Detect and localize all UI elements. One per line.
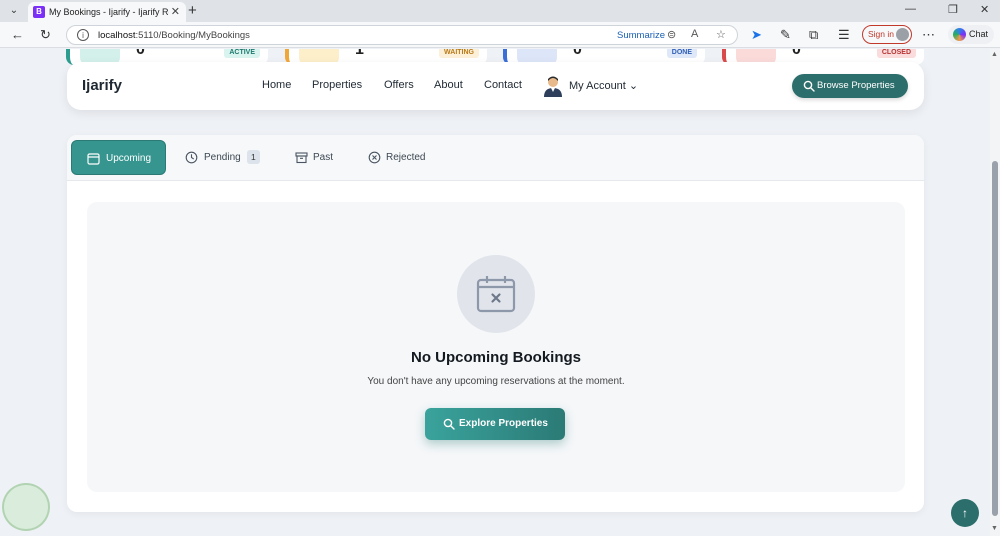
read-aloud-icon[interactable]: A: [691, 28, 698, 40]
close-tab-icon[interactable]: ✕: [171, 5, 180, 18]
address-bar[interactable]: i localhost:5110/Booking/MyBookings Summ…: [66, 25, 738, 45]
stat-number: 1: [355, 49, 364, 58]
profile-avatar-icon: [896, 28, 909, 41]
status-badge: WAITING: [439, 49, 479, 58]
page-viewport: 0 ACTIVE 1 WAITING 0 DONE 0 CLOSED Ijari…: [0, 49, 990, 536]
my-account-label: My Account ⌄: [569, 80, 639, 92]
tab-past[interactable]: Past: [287, 140, 347, 175]
nav-link-properties[interactable]: Properties: [312, 79, 362, 91]
scrollbar-thumb[interactable]: [992, 161, 998, 516]
cursor-extension-icon[interactable]: ➤: [751, 27, 762, 43]
status-badge: DONE: [666, 49, 697, 58]
extension-icon[interactable]: ⊜: [667, 28, 676, 41]
sign-in-button[interactable]: Sign in: [862, 25, 912, 44]
back-to-top-button[interactable]: ↑: [951, 499, 979, 527]
tab-label: Past: [313, 152, 334, 163]
browse-properties-button[interactable]: Browse Properties: [792, 74, 908, 98]
page-scrollbar[interactable]: ▲ ▼: [990, 49, 1000, 536]
bookings-panel: Upcoming Pending 1 Past Rejected No Upco…: [67, 135, 924, 512]
empty-state-icon-circle: [457, 255, 535, 333]
nav-link-about[interactable]: About: [434, 79, 463, 91]
browser-tab-title: My Bookings - Ijarify - Ijarify Real: [49, 7, 169, 17]
status-badge: ACTIVE: [224, 49, 260, 58]
site-info-icon[interactable]: i: [77, 29, 89, 41]
x-circle-icon: [368, 151, 381, 164]
copilot-icon: [953, 28, 966, 41]
favicon-icon: B: [33, 6, 45, 18]
tab-pending[interactable]: Pending 1: [177, 140, 267, 175]
empty-state-title: No Upcoming Bookings: [411, 349, 581, 366]
scroll-down-icon[interactable]: ▼: [991, 525, 998, 532]
calendar-x-icon: [476, 276, 516, 313]
nav-link-contact[interactable]: Contact: [484, 79, 522, 91]
site-navbar: Ijarify Home Properties Offers About Con…: [67, 62, 924, 110]
archive-icon: [295, 152, 308, 164]
new-tab-icon[interactable]: +: [188, 2, 197, 19]
arrow-up-icon: ↑: [962, 506, 968, 520]
pending-count-badge: 1: [247, 150, 260, 164]
calendar-icon: [87, 153, 100, 165]
booking-tabs: Upcoming Pending 1 Past Rejected: [67, 135, 924, 181]
browser-tab-strip: ⌄ B My Bookings - Ijarify - Ijarify Real…: [0, 0, 1000, 22]
scroll-up-icon[interactable]: ▲: [991, 51, 998, 58]
chevron-down-icon: ⌄: [628, 80, 639, 92]
favorite-star-icon[interactable]: ☆: [716, 28, 726, 41]
stat-number: 0: [573, 49, 582, 58]
browser-tab[interactable]: B My Bookings - Ijarify - Ijarify Real ✕: [28, 2, 186, 22]
watermark-logo: [2, 483, 50, 531]
nav-link-home[interactable]: Home: [262, 79, 291, 91]
reload-icon[interactable]: ↻: [40, 27, 51, 43]
stat-number: 0: [792, 49, 801, 58]
explore-properties-button[interactable]: Explore Properties: [425, 408, 565, 440]
stat-number: 0: [136, 49, 145, 58]
clock-icon: [185, 151, 198, 164]
search-icon: [803, 80, 815, 92]
nav-link-offers[interactable]: Offers: [384, 79, 414, 91]
pen-extension-icon[interactable]: ✎: [780, 27, 791, 43]
empty-state-message: You don't have any upcoming reservations…: [367, 376, 625, 387]
extensions-puzzle-icon[interactable]: ⧉: [809, 27, 818, 43]
back-icon[interactable]: ←: [11, 27, 24, 42]
tab-label: Pending: [204, 152, 241, 163]
brand-logo[interactable]: Ijarify: [82, 77, 122, 94]
minimize-icon[interactable]: —: [905, 3, 916, 15]
empty-state: No Upcoming Bookings You don't have any …: [87, 202, 905, 492]
close-window-icon[interactable]: ✕: [980, 3, 989, 16]
restore-icon[interactable]: ❐: [948, 3, 958, 16]
tab-label: Rejected: [386, 152, 426, 163]
tab-label: Upcoming: [106, 153, 152, 164]
user-avatar-icon: [544, 76, 562, 97]
tab-actions-icon[interactable]: ⌄: [5, 3, 23, 19]
browser-toolbar: ← ↻ i localhost:5110/Booking/MyBookings …: [0, 22, 1000, 48]
tab-rejected[interactable]: Rejected: [360, 140, 440, 175]
url-text[interactable]: localhost:5110/Booking/MyBookings: [98, 30, 250, 41]
tab-upcoming[interactable]: Upcoming: [71, 140, 166, 175]
more-menu-icon[interactable]: ⋯: [922, 27, 935, 43]
summarize-button[interactable]: Summarize: [617, 30, 665, 41]
favorites-list-icon[interactable]: ☰: [838, 27, 850, 43]
status-badge: CLOSED: [876, 49, 916, 58]
search-icon: [443, 418, 455, 430]
copilot-chat-button[interactable]: Chat: [948, 25, 994, 44]
